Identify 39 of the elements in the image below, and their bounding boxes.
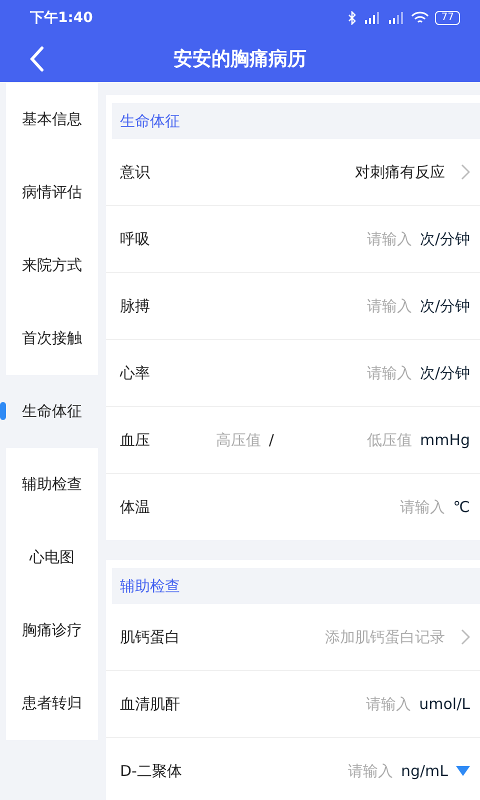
battery-level: 77 xyxy=(435,11,460,25)
field-value[interactable]: 对刺痛有反应 xyxy=(355,162,445,182)
input-field[interactable]: 请输入 xyxy=(322,364,412,382)
field-label: 心率 xyxy=(120,364,151,382)
back-icon[interactable] xyxy=(30,46,44,72)
unit-label: 次/分钟 xyxy=(420,230,470,248)
field-label: 血清肌酐 xyxy=(120,694,181,714)
input-field[interactable]: 请输入 xyxy=(322,297,412,315)
unit-label: 次/分钟 xyxy=(420,296,470,316)
unit-label[interactable]: ng/mL xyxy=(400,762,448,780)
input-field[interactable]: 请输入 xyxy=(321,695,412,713)
input-field[interactable]: 请输入 xyxy=(302,762,393,780)
status-time: 下午1:40 xyxy=(30,9,93,27)
chevron-icon xyxy=(461,164,470,180)
wifi-icon xyxy=(411,11,430,25)
bluetooth-icon xyxy=(348,11,358,25)
unit-label: umol/L xyxy=(419,695,470,713)
unit-label: mmHg xyxy=(420,431,470,449)
unit-label: ℃ xyxy=(453,498,470,516)
field-label: 意识 xyxy=(120,162,151,182)
field-label: 血压 xyxy=(120,430,151,450)
input-field[interactable]: 请输入 xyxy=(355,498,446,516)
dropdown-icon[interactable] xyxy=(456,766,470,776)
section-title: 生命体征 xyxy=(112,103,480,139)
section-title: 辅助检查 xyxy=(112,568,480,604)
field-label: D-二聚体 xyxy=(120,762,183,780)
input-field[interactable]: 高压值 xyxy=(180,431,261,449)
unit-label: 次/分钟 xyxy=(420,364,470,382)
signal-icon xyxy=(363,11,382,25)
page-title: 安安的胸痛病历 xyxy=(174,47,306,72)
field-label: 脉搏 xyxy=(120,296,151,316)
field-label: 体温 xyxy=(120,498,151,516)
input-field[interactable]: 请输入 xyxy=(322,230,412,248)
signal-icon xyxy=(387,11,406,25)
input-field[interactable]: 低压值 xyxy=(322,431,412,449)
field-label: 呼吸 xyxy=(120,230,151,248)
separator: / xyxy=(268,431,274,449)
chevron-icon xyxy=(461,629,470,645)
field-label: 肌钙蛋白 xyxy=(120,628,181,646)
